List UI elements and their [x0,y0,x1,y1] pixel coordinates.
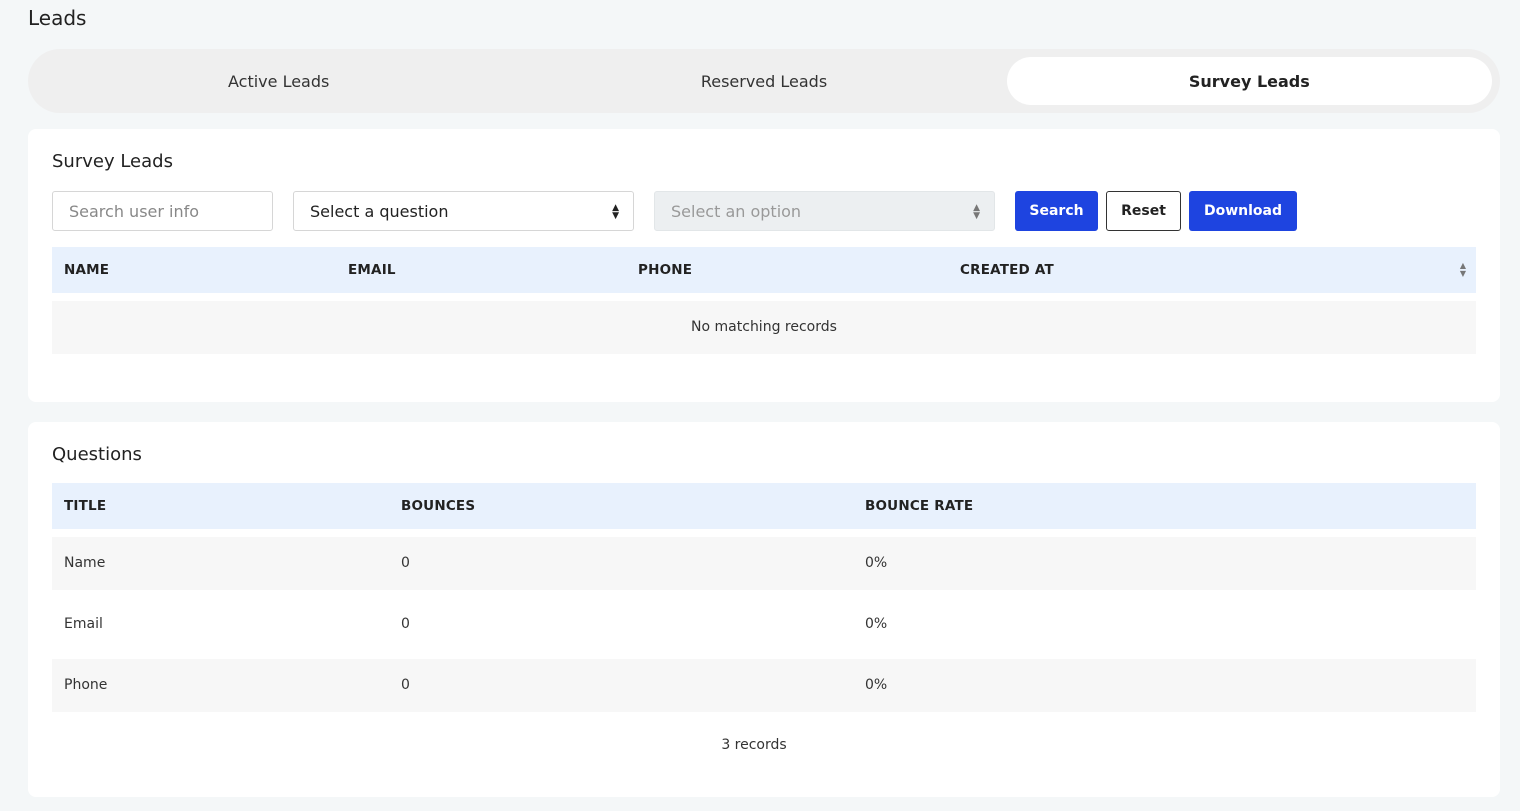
records-count: 3 records [721,737,787,753]
row-bounce-rate: 0% [865,555,888,571]
row-bounce-rate: 0% [865,616,888,632]
row-bounces: 0 [401,677,410,693]
select-arrows-icon: ▲ ▼ [612,203,619,221]
question-select[interactable]: Select a question ▲ ▼ [293,191,634,231]
select-arrows-icon: ▲ ▼ [973,203,980,221]
search-button[interactable]: Search [1015,191,1098,231]
questions-table-header: TITLE BOUNCES BOUNCE RATE [52,483,1476,529]
questions-card: Questions TITLE BOUNCES BOUNCE RATE Name… [28,422,1500,797]
row-title: Name [64,555,106,571]
column-header-bounces: BOUNCES [401,498,476,514]
row-bounces: 0 [401,616,410,632]
column-header-email[interactable]: EMAIL [348,247,396,293]
no-records-message: No matching records [691,319,837,335]
leads-tabs: Active Leads Reserved Leads Survey Leads [28,49,1500,113]
column-header-name[interactable]: NAME [64,247,109,293]
column-header-created-at[interactable]: CREATED AT [960,247,1054,293]
table-row: Name 0 0% [52,537,1476,590]
download-button[interactable]: Download [1189,191,1297,231]
survey-leads-card: Survey Leads Select a question ▲▼ Select… [28,129,1500,402]
question-select-value: Select a question [310,201,449,221]
tab-active-leads[interactable]: Active Leads [36,57,521,105]
column-header-phone[interactable]: PHONE [638,247,692,293]
option-select[interactable]: Select an option ▲ ▼ [654,191,995,231]
row-bounce-rate: 0% [865,677,888,693]
page-title: Leads [28,6,87,30]
option-select-value: Select an option [671,201,802,221]
reset-button[interactable]: Reset [1106,191,1181,231]
column-header-title: TITLE [64,498,107,514]
search-user-input[interactable] [52,191,273,231]
table-row: Email 0 0% [52,598,1476,651]
row-title: Phone [64,677,108,693]
column-header-bounce-rate: BOUNCE RATE [865,498,974,514]
row-bounces: 0 [401,555,410,571]
row-title: Email [64,616,103,632]
survey-table-header: NAME EMAIL PHONE CREATED AT ▲ ▼ [52,247,1476,293]
tab-survey-leads[interactable]: Survey Leads [1006,57,1492,105]
tab-reserved-leads[interactable]: Reserved Leads [521,57,1006,105]
sort-icon[interactable]: ▲ ▼ [1460,262,1466,278]
questions-title: Questions [52,444,142,465]
table-row: Phone 0 0% [52,659,1476,712]
empty-row: No matching records [52,301,1476,354]
survey-leads-title: Survey Leads [52,151,173,172]
